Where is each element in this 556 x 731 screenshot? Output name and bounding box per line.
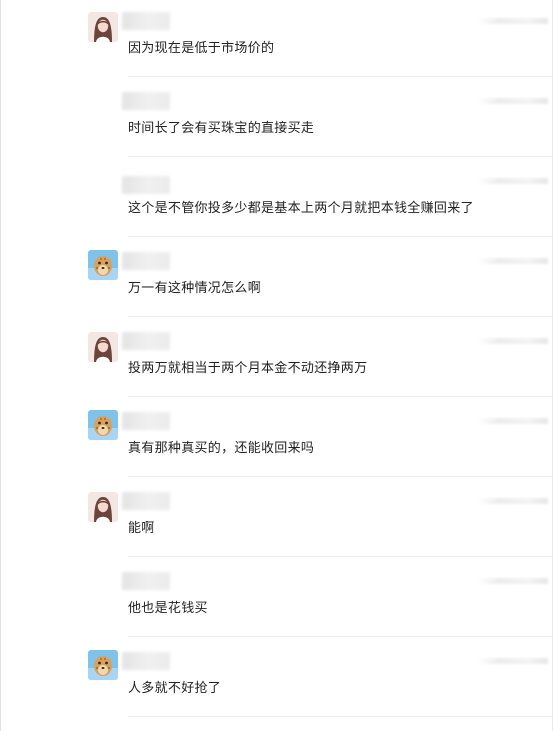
message-text: 人多就不好抢了 <box>128 681 222 696</box>
timestamp-blurred <box>478 258 548 264</box>
cheetah-avatar-icon[interactable] <box>88 650 118 680</box>
message-row: 真有那种真买的，还能收回来吗 <box>0 400 556 480</box>
message-row: 因为现在是低于市场价的 <box>0 0 556 80</box>
message-divider <box>128 396 552 397</box>
woman-avatar-icon[interactable] <box>88 492 118 522</box>
message-text: 真有那种真买的，还能收回来吗 <box>128 441 315 456</box>
timestamp-blurred <box>478 498 548 504</box>
message-divider <box>128 476 552 477</box>
message-row: 能啊 <box>0 480 556 560</box>
message-row: 投两万就相当于两个月本金不动还挣两万 <box>0 320 556 400</box>
chat-history-panel: 因为现在是低于市场价的 时间长了会有买珠宝的直接买走 这个是不管你投多少都是基本… <box>0 0 556 731</box>
timestamp-blurred <box>478 418 548 424</box>
message-text: 时间长了会有买珠宝的直接买走 <box>128 121 315 136</box>
message-text: 因为现在是低于市场价的 <box>128 41 275 56</box>
message-row: 这个是不管你投多少都是基本上两个月就把本钱全赚回来了 <box>0 160 556 240</box>
sender-name-blurred <box>122 572 170 590</box>
message-divider <box>128 236 552 237</box>
message-divider <box>128 316 552 317</box>
sender-name-blurred <box>122 492 170 510</box>
message-divider <box>128 716 552 717</box>
message-row: 万一有这种情况怎么啊 <box>0 240 556 320</box>
sender-name-blurred <box>122 252 170 270</box>
message-text: 投两万就相当于两个月本金不动还挣两万 <box>128 361 368 376</box>
message-row: 人多就不好抢了 <box>0 640 556 720</box>
timestamp-blurred <box>478 178 548 184</box>
timestamp-blurred <box>478 578 548 584</box>
message-text: 他也是花钱买 <box>128 601 208 616</box>
cheetah-avatar-icon[interactable] <box>88 410 118 440</box>
woman-avatar-icon[interactable] <box>88 12 118 42</box>
sender-name-blurred <box>122 92 170 110</box>
sender-name-blurred <box>122 412 170 430</box>
timestamp-blurred <box>478 18 548 24</box>
timestamp-blurred <box>478 98 548 104</box>
message-row: 时间长了会有买珠宝的直接买走 <box>0 80 556 160</box>
message-divider <box>128 636 552 637</box>
message-divider <box>128 156 552 157</box>
sender-name-blurred <box>122 652 170 670</box>
message-row: 他也是花钱买 <box>0 560 556 640</box>
timestamp-blurred <box>478 338 548 344</box>
message-text: 万一有这种情况怎么啊 <box>128 281 262 296</box>
timestamp-blurred <box>478 658 548 664</box>
sender-name-blurred <box>122 12 170 30</box>
message-text: 这个是不管你投多少都是基本上两个月就把本钱全赚回来了 <box>128 201 474 216</box>
sender-name-blurred <box>122 176 170 194</box>
cheetah-avatar-icon[interactable] <box>88 250 118 280</box>
message-text: 能啊 <box>128 521 155 536</box>
sender-name-blurred <box>122 332 170 350</box>
message-divider <box>128 76 552 77</box>
message-divider <box>128 556 552 557</box>
woman-avatar-icon[interactable] <box>88 332 118 362</box>
